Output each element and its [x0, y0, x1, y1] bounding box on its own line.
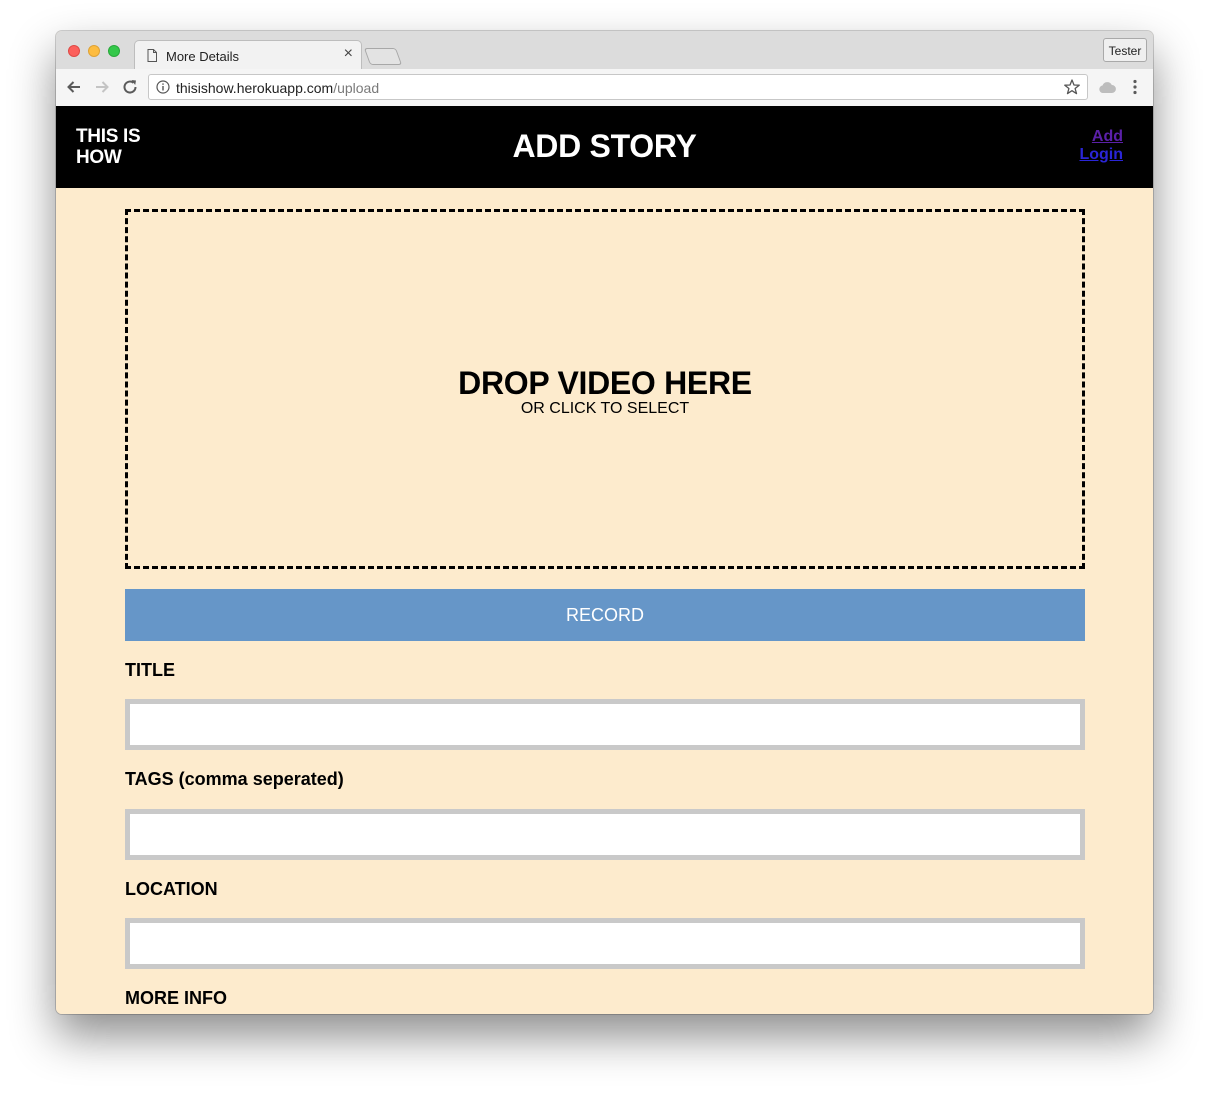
cloud-drive-icon[interactable]: [1098, 79, 1116, 95]
add-link[interactable]: Add: [1079, 128, 1123, 146]
page-icon: [147, 49, 157, 62]
back-arrow-icon[interactable]: [65, 78, 83, 96]
tab-bar: More Details × Tester: [56, 31, 1153, 71]
video-dropzone[interactable]: DROP VIDEO HERE OR CLICK TO SELECT: [125, 209, 1085, 569]
record-button[interactable]: RECORD: [125, 589, 1085, 641]
browser-tab[interactable]: More Details ×: [134, 40, 362, 71]
browser-window: More Details × Tester thisishow.herokuap…: [56, 31, 1153, 1014]
url-text: thisishow.herokuapp.com/upload: [176, 80, 379, 96]
location-input[interactable]: [125, 918, 1085, 969]
tags-input[interactable]: [125, 809, 1085, 860]
info-icon[interactable]: [156, 80, 170, 94]
reload-icon[interactable]: [121, 78, 139, 96]
title-label: TITLE: [125, 660, 175, 680]
minimize-window-button[interactable]: [88, 45, 100, 57]
site-header: THIS IS HOW ADD STORY Add Login: [56, 106, 1153, 188]
dropzone-title: DROP VIDEO HERE: [458, 365, 752, 401]
bookmark-star-icon[interactable]: [1063, 78, 1081, 96]
tags-label: TAGS (comma seperated): [125, 769, 344, 789]
page-title: ADD STORY: [512, 128, 697, 164]
location-label: LOCATION: [125, 879, 218, 899]
zoom-window-button[interactable]: [108, 45, 120, 57]
close-window-button[interactable]: [68, 45, 80, 57]
title-input[interactable]: [125, 699, 1085, 750]
dropzone-subtitle: OR CLICK TO SELECT: [520, 400, 690, 417]
page-content: THIS IS HOW ADD STORY Add Login DROP VID…: [56, 106, 1153, 1014]
url-path: /upload: [333, 80, 380, 96]
login-link[interactable]: Login: [1079, 146, 1123, 164]
tab-title: More Details: [166, 49, 239, 64]
more-info-label: MORE INFO: [125, 988, 227, 1008]
header-nav: Add Login: [1079, 128, 1123, 164]
new-tab-button[interactable]: [363, 48, 403, 65]
profile-button[interactable]: Tester: [1103, 38, 1147, 62]
url-host: thisishow.herokuapp.com: [176, 80, 334, 96]
more-options-icon[interactable]: [1128, 78, 1142, 96]
close-tab-icon[interactable]: ×: [344, 45, 353, 62]
address-bar[interactable]: thisishow.herokuapp.com/upload: [148, 74, 1088, 100]
browser-toolbar: thisishow.herokuapp.com/upload: [56, 69, 1153, 107]
forward-arrow-icon[interactable]: [93, 78, 111, 96]
